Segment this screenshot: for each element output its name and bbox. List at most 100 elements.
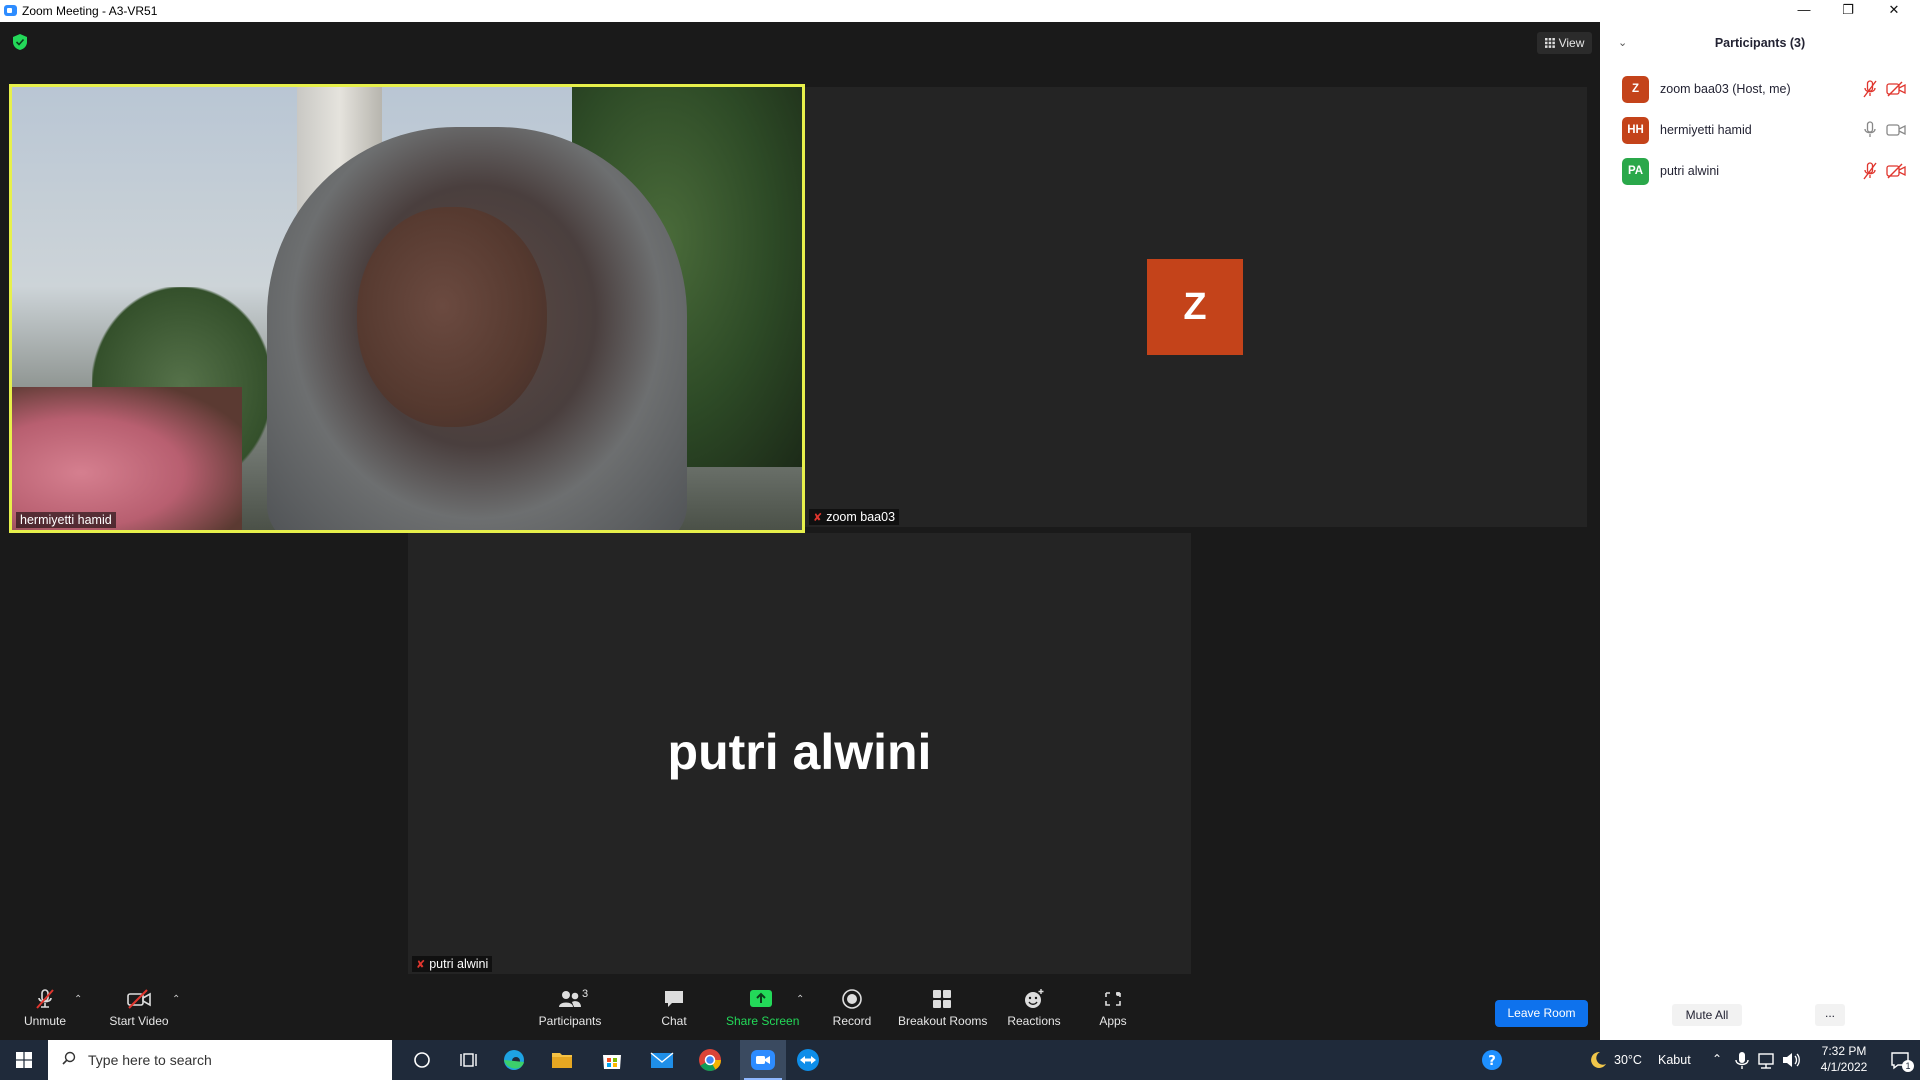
participant-display-name: putri alwini [667, 724, 932, 780]
apps-label: Apps [1099, 1014, 1127, 1028]
microsoft-store-icon[interactable] [594, 1046, 630, 1074]
windows-taskbar: Type here to search ? 30°C Kabut ⌃ 7:32 … [0, 1040, 1920, 1080]
breakout-rooms-button[interactable]: Breakout Rooms [898, 988, 988, 1036]
reactions-icon [1025, 989, 1044, 1008]
chevron-up-icon[interactable]: ⌃ [796, 994, 804, 1005]
minimize-button[interactable]: — [1782, 0, 1826, 22]
participants-button[interactable]: 3 Participants [534, 988, 606, 1036]
zoom-logo-icon [4, 5, 17, 16]
start-video-label: Start Video [109, 1014, 169, 1028]
avatar: Z [1147, 259, 1243, 355]
chat-button[interactable]: Chat [654, 988, 694, 1036]
record-label: Record [832, 1014, 872, 1028]
apps-icon [1105, 992, 1121, 1006]
encryption-shield-icon[interactable] [13, 34, 27, 50]
meeting-toolbar: Unmute ⌃ Start Video ⌃ 3 Participants Ch… [0, 980, 1600, 1040]
more-options-button[interactable]: ... [1815, 1004, 1845, 1026]
participant-row[interactable]: HH hermiyetti hamid [1622, 115, 1912, 145]
weather-widget[interactable]: 30°C Kabut [1588, 1040, 1698, 1080]
participant-row[interactable]: PA putri alwini [1622, 156, 1912, 186]
zoom-taskbar-item-active[interactable] [740, 1040, 786, 1080]
mic-muted-icon[interactable] [1862, 162, 1878, 180]
chevron-up-icon[interactable]: ⌃ [1712, 1052, 1722, 1068]
share-screen-icon [750, 990, 772, 1007]
view-label: View [1558, 36, 1585, 50]
tile-name: hermiyetti hamid [20, 513, 112, 527]
participant-row[interactable]: Z zoom baa03 (Host, me) [1622, 74, 1912, 104]
video-feed-face [357, 207, 547, 427]
search-icon [62, 1051, 76, 1065]
video-tile-hermiyetti[interactable]: hermiyetti hamid [9, 84, 805, 533]
cortana-icon[interactable] [404, 1046, 440, 1074]
participants-icon [559, 991, 581, 1007]
search-placeholder: Type here to search [88, 1052, 212, 1068]
mic-muted-icon[interactable] [1862, 80, 1878, 98]
restore-button[interactable]: ❐ [1826, 0, 1870, 22]
unmute-button[interactable]: Unmute [18, 988, 72, 1036]
notification-center-button[interactable]: 1 [1880, 1040, 1920, 1080]
panel-title: Participants (3) [1714, 36, 1806, 50]
weather-description: Kabut [1658, 1053, 1691, 1067]
apps-button[interactable]: Apps [1098, 988, 1128, 1036]
network-icon[interactable] [1754, 1046, 1780, 1074]
mute-all-button[interactable]: Mute All [1672, 1004, 1742, 1026]
video-icon[interactable] [1886, 122, 1906, 138]
window-title: Zoom Meeting - A3-VR51 [22, 4, 158, 18]
chat-icon [665, 991, 683, 1007]
share-screen-label: Share Screen [726, 1014, 800, 1028]
tile-name: zoom baa03 [826, 510, 896, 524]
breakout-rooms-label: Breakout Rooms [898, 1014, 988, 1028]
participant-name: putri alwini [1660, 164, 1720, 178]
help-icon[interactable]: ? [1474, 1046, 1510, 1074]
chevron-up-icon[interactable]: ⌃ [172, 994, 180, 1005]
grid-icon [1544, 38, 1555, 48]
windows-start-icon[interactable] [16, 1052, 32, 1068]
microphone-tray-icon[interactable] [1730, 1046, 1754, 1074]
close-button[interactable]: ✕ [1872, 0, 1916, 22]
record-button[interactable]: Record [830, 988, 874, 1036]
tile-name-label: ✘ zoom baa03 [809, 509, 900, 525]
start-video-button[interactable]: Start Video [106, 988, 172, 1036]
mail-icon[interactable] [644, 1046, 680, 1074]
clock[interactable]: 7:32 PM 4/1/2022 [1808, 1040, 1880, 1080]
mic-icon[interactable] [1862, 121, 1878, 139]
breakout-rooms-icon [933, 990, 951, 1008]
reactions-label: Reactions [1007, 1014, 1061, 1028]
record-icon [842, 989, 862, 1009]
share-screen-button[interactable]: Share Screen [726, 988, 800, 1036]
view-button[interactable]: View [1537, 32, 1592, 54]
clock-date: 4/1/2022 [1820, 1060, 1868, 1074]
participants-panel: ⌄ Participants (3) Z zoom baa03 (Host, m… [1600, 22, 1920, 1040]
chevron-up-icon[interactable]: ⌃ [74, 994, 82, 1005]
reactions-button[interactable]: Reactions [1006, 988, 1062, 1036]
avatar: HH [1622, 117, 1649, 144]
teamviewer-icon[interactable] [790, 1046, 826, 1074]
taskbar-search-input[interactable]: Type here to search [48, 1040, 392, 1080]
mic-muted-icon: ✘ [416, 959, 426, 971]
video-off-icon [127, 989, 151, 1009]
file-explorer-icon[interactable] [544, 1046, 580, 1074]
video-off-icon[interactable] [1886, 81, 1906, 97]
task-view-icon[interactable] [452, 1046, 488, 1074]
zoom-app-icon [751, 1050, 775, 1070]
participant-name: hermiyetti hamid [1660, 123, 1752, 137]
video-tile-putri-alwini[interactable]: putri alwini ✘ putri alwini [408, 533, 1191, 974]
chat-label: Chat [661, 1014, 687, 1028]
svg-text:?: ? [1488, 1054, 1496, 1069]
video-feed-hand [12, 387, 242, 530]
participants-label: Participants [538, 1014, 602, 1028]
title-bar: Zoom Meeting - A3-VR51 — ❐ ✕ [0, 0, 1920, 22]
unmute-label: Unmute [23, 1014, 67, 1028]
video-tile-zoom-baa03[interactable]: Z ✘ zoom baa03 [805, 87, 1587, 527]
edge-browser-icon[interactable] [496, 1046, 532, 1074]
mic-muted-icon: ✘ [813, 512, 823, 524]
leave-room-button[interactable]: Leave Room [1495, 1000, 1588, 1027]
mic-muted-icon [36, 989, 54, 1009]
video-off-icon[interactable] [1886, 163, 1906, 179]
avatar: Z [1622, 76, 1649, 103]
chrome-browser-icon[interactable] [692, 1046, 728, 1074]
participants-count: 3 [582, 988, 589, 1000]
weather-moon-icon [1591, 1051, 1606, 1068]
weather-temperature: 30°C [1614, 1053, 1642, 1067]
volume-icon[interactable] [1778, 1046, 1804, 1074]
